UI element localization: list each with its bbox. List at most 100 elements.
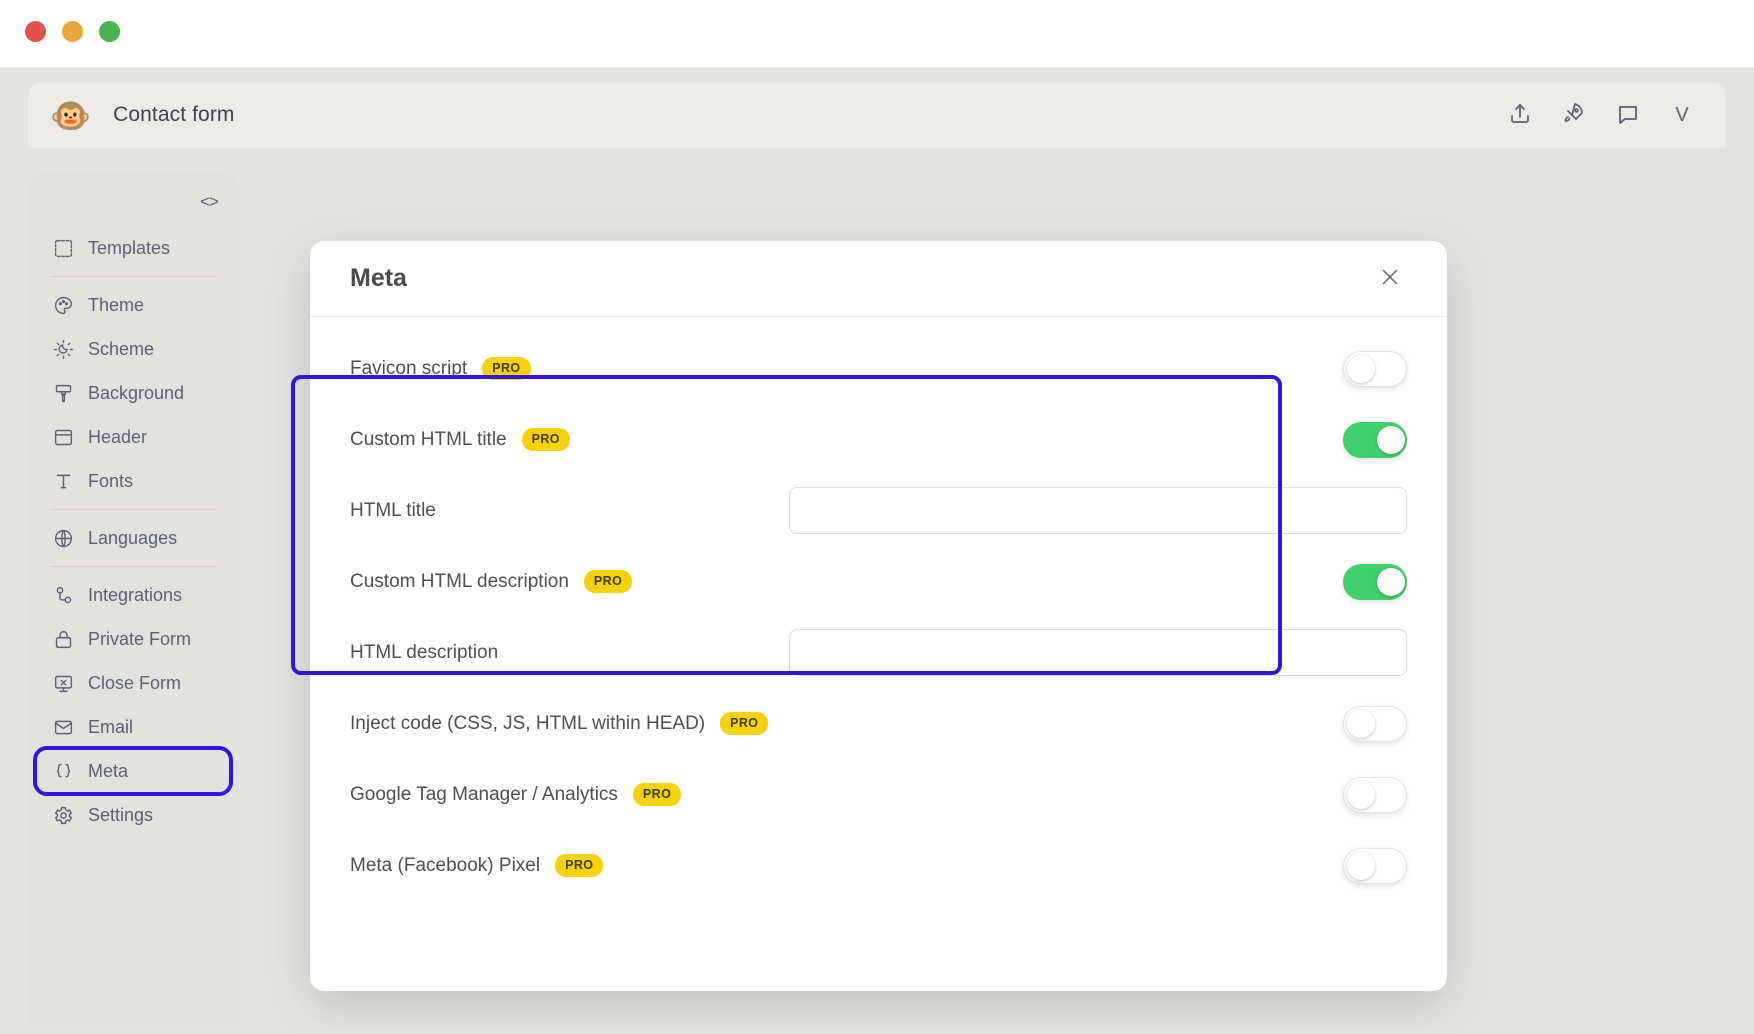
setting-row-meta-pixel: Meta (Facebook) Pixel PRO: [310, 830, 1447, 901]
sidebar-item-label: Scheme: [88, 338, 155, 359]
pro-badge: PRO: [521, 428, 570, 451]
sidebar-item-close-form[interactable]: Close Form: [36, 661, 230, 705]
sidebar-item-header[interactable]: Header: [36, 415, 230, 459]
sidebar-item-label: Meta: [88, 760, 129, 781]
row-control: [1343, 776, 1407, 813]
sidebar-item-label: Email: [88, 716, 134, 737]
setting-label: Custom HTML description PRO: [350, 570, 633, 593]
html-description-input[interactable]: [789, 629, 1407, 676]
sidebar-item-label: Languages: [88, 527, 178, 548]
nodes-icon: [52, 584, 74, 606]
setting-row-google-tag-manager: Google Tag Manager / Analytics PRO: [310, 759, 1447, 830]
setting-label-text: HTML description: [350, 641, 499, 663]
html-title-input[interactable]: [789, 487, 1407, 534]
setting-label: Favicon script PRO: [350, 357, 531, 380]
code-brackets-icon[interactable]: <>: [200, 192, 219, 212]
meta-settings-modal: Meta Favicon script PRO Custom HTML titl…: [310, 241, 1447, 991]
comments-button[interactable]: [1606, 93, 1650, 137]
sun-moon-icon: [52, 338, 74, 360]
sidebar-item-theme[interactable]: Theme: [36, 283, 230, 327]
row-control: [1343, 350, 1407, 387]
setting-label-text: Custom HTML title: [350, 428, 507, 450]
sidebar-item-meta[interactable]: Meta: [33, 746, 233, 796]
setting-label: Inject code (CSS, JS, HTML within HEAD) …: [350, 712, 769, 735]
toggle-knob: [1377, 567, 1405, 596]
modal-body: Favicon script PRO Custom HTML title PRO: [310, 317, 1447, 901]
sidebar-item-settings[interactable]: Settings: [36, 793, 230, 837]
sidebar-item-private-form[interactable]: Private Form: [36, 617, 230, 661]
form-title: Contact form: [113, 103, 235, 126]
sidebar-item-background[interactable]: Background: [36, 371, 230, 415]
share-button[interactable]: [1498, 93, 1542, 137]
sidebar-item-languages[interactable]: Languages: [36, 516, 230, 560]
setting-label-text: HTML title: [350, 499, 436, 521]
setting-label: HTML title: [350, 500, 670, 522]
setting-row-custom-html-title: Custom HTML title PRO: [310, 404, 1447, 475]
zoom-window-button[interactable]: [99, 21, 120, 42]
rocket-icon: [1562, 102, 1586, 129]
sidebar-item-label: Templates: [88, 237, 171, 258]
app-body: 🐵 Contact form V <> Templates Theme Sche…: [0, 68, 1754, 1034]
sidebar-item-templates[interactable]: Templates: [36, 226, 230, 270]
google-tag-manager-toggle[interactable]: [1343, 776, 1407, 813]
setting-label: Custom HTML title PRO: [350, 428, 570, 451]
inject-code-toggle[interactable]: [1343, 705, 1407, 742]
row-control: [1343, 705, 1407, 742]
sidebar-item-label: Theme: [88, 294, 145, 315]
avatar[interactable]: V: [1660, 93, 1704, 137]
sidebar-divider: [50, 566, 216, 567]
setting-label-text: Meta (Facebook) Pixel: [350, 854, 541, 876]
sidebar-divider: [50, 509, 216, 510]
chat-bubble-icon: [1616, 102, 1640, 129]
brand: 🐵 Contact form: [50, 99, 235, 132]
row-control: [1343, 421, 1407, 458]
sidebar-item-label: Header: [88, 426, 148, 447]
close-window-button[interactable]: [25, 21, 46, 42]
setting-label-text: Custom HTML description: [350, 570, 569, 592]
sidebar-item-label: Settings: [88, 804, 154, 825]
modal-title: Meta: [350, 264, 407, 292]
custom-html-description-toggle[interactable]: [1343, 563, 1407, 600]
pro-badge: PRO: [632, 783, 682, 806]
toggle-knob: [1347, 851, 1375, 880]
sidebar-item-label: Private Form: [88, 628, 192, 649]
curly-braces-icon: [52, 760, 74, 782]
paint-brush-icon: [52, 382, 74, 404]
setting-row-custom-html-description: Custom HTML description PRO: [310, 546, 1447, 617]
pro-badge: PRO: [720, 712, 769, 735]
sidebar-item-label: Integrations: [88, 584, 183, 605]
setting-row-html-description: HTML description: [310, 617, 1447, 688]
layout-icon: [52, 426, 74, 448]
sidebar-item-label: Background: [88, 382, 185, 403]
topbar-actions: V: [1498, 93, 1704, 137]
minimize-window-button[interactable]: [62, 21, 83, 42]
custom-html-title-toggle[interactable]: [1343, 421, 1407, 458]
toggle-knob: [1347, 709, 1375, 738]
publish-button[interactable]: [1552, 93, 1596, 137]
sidebar-item-fonts[interactable]: Fonts: [36, 459, 230, 503]
pro-badge: PRO: [583, 570, 633, 593]
monkey-logo-icon: 🐵: [50, 96, 92, 134]
lock-icon: [52, 628, 74, 650]
sidebar-item-email[interactable]: Email: [36, 705, 230, 749]
sidebar-item-label: Fonts: [88, 470, 134, 491]
favicon-script-toggle[interactable]: [1343, 350, 1407, 387]
globe-icon: [52, 527, 74, 549]
traffic-lights: [25, 21, 120, 42]
text-t-icon: [52, 470, 74, 492]
meta-pixel-toggle[interactable]: [1343, 847, 1407, 884]
sidebar-item-scheme[interactable]: Scheme: [36, 327, 230, 371]
window-titlebar: [0, 0, 1754, 68]
close-icon: [1379, 266, 1401, 291]
setting-label: Google Tag Manager / Analytics PRO: [350, 783, 682, 806]
toggle-knob: [1347, 780, 1375, 809]
close-modal-button[interactable]: [1373, 262, 1407, 296]
modal-header: Meta: [310, 241, 1447, 317]
pro-badge: PRO: [555, 854, 604, 877]
row-control: [1343, 847, 1407, 884]
setting-row-inject-code: Inject code (CSS, JS, HTML within HEAD) …: [310, 688, 1447, 759]
app-topbar: 🐵 Contact form V: [28, 82, 1726, 148]
sidebar-item-integrations[interactable]: Integrations: [36, 573, 230, 617]
pro-badge: PRO: [482, 357, 531, 380]
toggle-knob: [1347, 354, 1375, 383]
